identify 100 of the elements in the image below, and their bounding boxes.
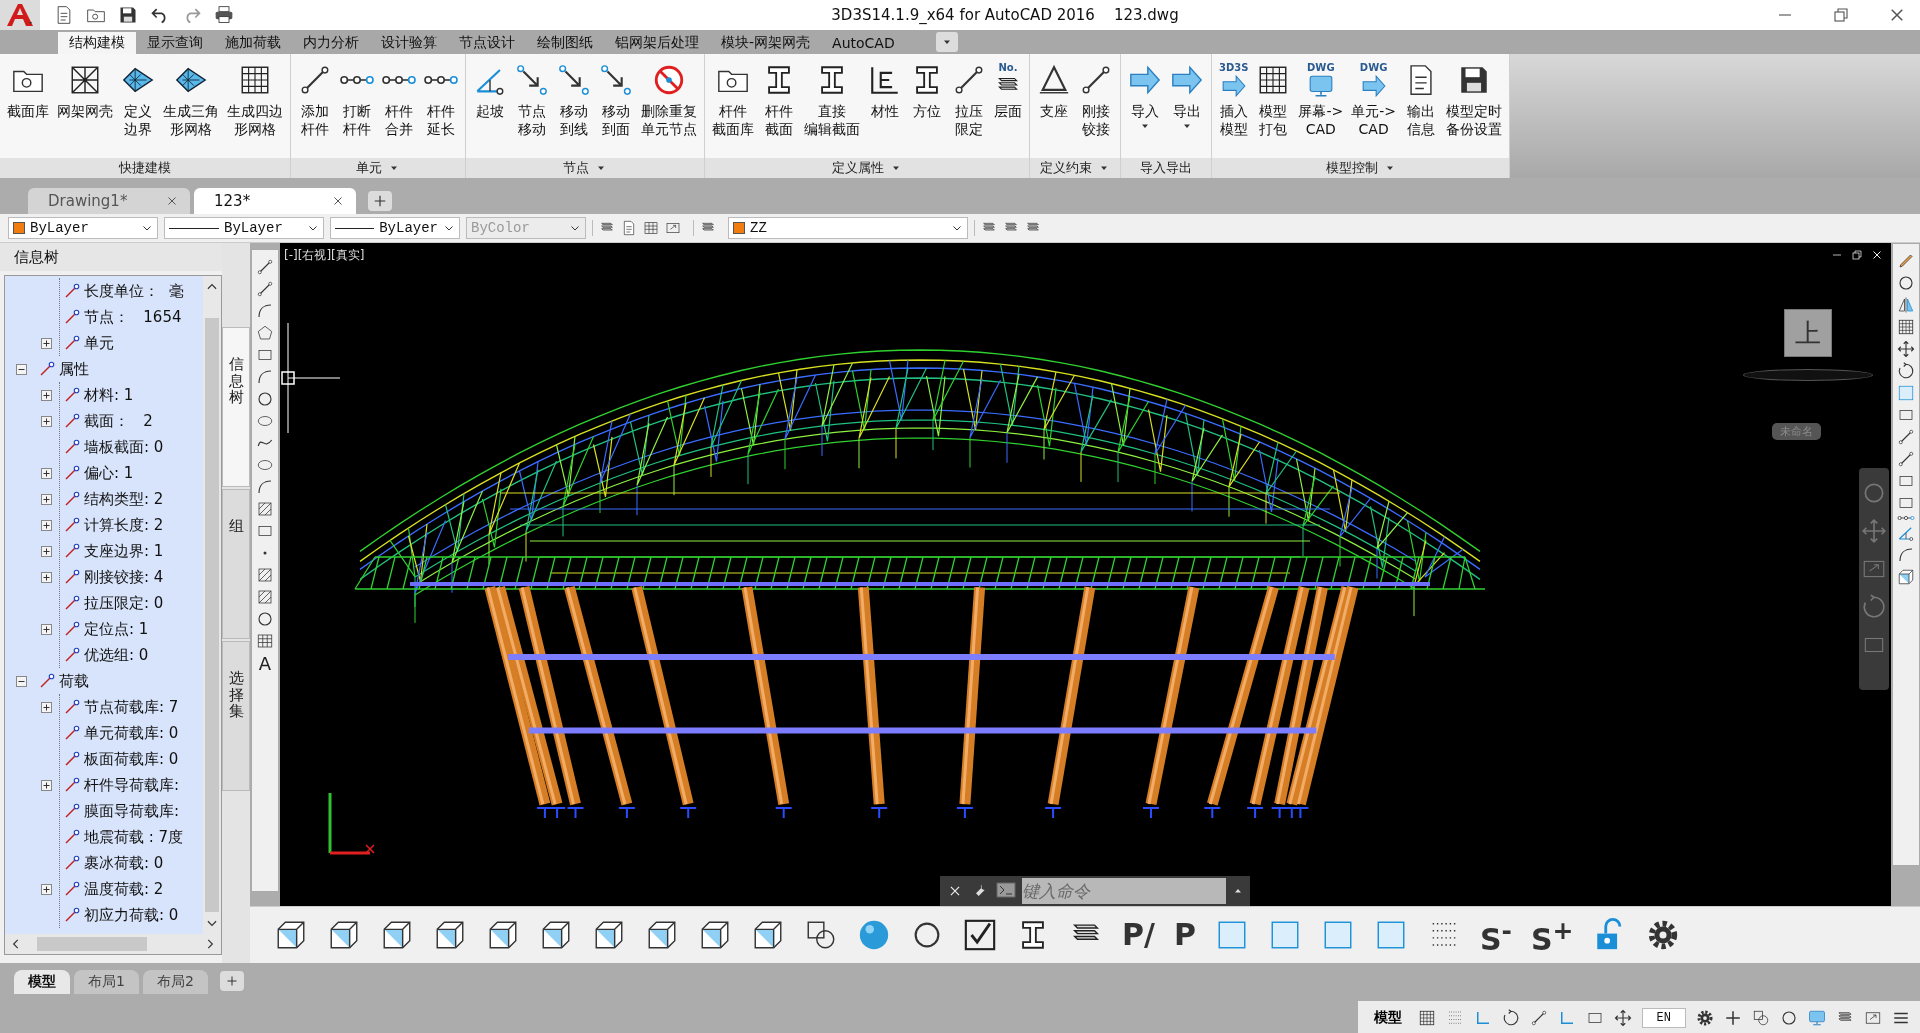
arc-icon[interactable] [1897, 546, 1915, 564]
ribbon-button[interactable]: 杆件 合并 [378, 60, 420, 138]
fullscreen-icon[interactable] [665, 220, 681, 236]
ribbon-button[interactable]: 导入 [1124, 60, 1166, 132]
panel-menu-button[interactable]: 节点 [466, 158, 704, 178]
tab-label[interactable]: 123* [214, 192, 251, 210]
hatch-icon[interactable] [256, 588, 274, 606]
model-space-button[interactable]: 模型 [1367, 1007, 1408, 1028]
dropdown[interactable]: ByLayer [8, 217, 158, 239]
tree-item[interactable]: 材料: 1 [84, 385, 138, 405]
file-tab[interactable]: Drawing1* [28, 188, 190, 214]
side-tab[interactable]: 选择集 [222, 641, 250, 791]
expand-toggle[interactable] [40, 883, 52, 895]
expand-toggle[interactable] [40, 779, 52, 791]
sphere-icon[interactable] [857, 918, 891, 952]
table-icon[interactable] [643, 220, 659, 236]
expand-toggle[interactable] [15, 363, 27, 375]
ribbon-button[interactable]: 截面库 [3, 60, 53, 120]
monitor-icon[interactable] [1808, 1008, 1826, 1027]
expand-toggle[interactable] [40, 571, 52, 583]
tree-item[interactable]: 节点： 1654 [84, 307, 186, 327]
move-icon[interactable] [1897, 340, 1915, 358]
line-icon[interactable] [256, 258, 274, 276]
close-icon[interactable] [1888, 6, 1906, 24]
square-circle-icon[interactable] [1752, 1008, 1770, 1027]
tree-item[interactable]: 墙板截面: 0 [84, 437, 168, 457]
prompt-icon[interactable] [996, 881, 1016, 898]
ribbon-button[interactable]: 起坡 [469, 60, 511, 120]
line-icon[interactable] [1529, 1008, 1548, 1027]
document-icon[interactable] [621, 220, 637, 236]
tree-item[interactable]: 节点荷载库: 7 [84, 697, 183, 717]
node-line-icon[interactable] [1897, 516, 1915, 520]
ribbon-tab[interactable]: 铝网架后处理 [604, 32, 710, 54]
scrollbar-thumb[interactable] [37, 937, 147, 951]
ribbon-button[interactable]: 方位 [906, 60, 948, 120]
expand-toggle[interactable] [40, 519, 52, 531]
tree-item[interactable]: 截面： 2 [84, 411, 157, 431]
dropdown[interactable]: ZZ [728, 217, 968, 239]
ribbon-tab[interactable]: 设计验算 [370, 32, 448, 54]
tree-item[interactable]: 计算长度: 2 [84, 515, 168, 535]
close-icon[interactable] [1871, 249, 1883, 261]
printer-icon[interactable] [214, 5, 234, 25]
check-icon[interactable] [963, 918, 997, 952]
pentagon-icon[interactable] [256, 324, 274, 342]
ribbon-button[interactable]: 杆件 截面库 [708, 60, 758, 138]
line-icon[interactable] [256, 280, 274, 298]
tree-item[interactable]: 单元荷载库: 0 [84, 723, 183, 743]
tree-item[interactable]: 刚接铰接: 4 [84, 567, 168, 587]
ribbon-button[interactable]: 3D3S 插入 模型 [1215, 60, 1253, 138]
ribbon-button[interactable]: 输出 信息 [1400, 60, 1442, 138]
grid-icon[interactable] [1417, 1008, 1436, 1027]
ribbon-button[interactable]: 移动 到面 [595, 60, 637, 138]
tree-item[interactable]: 单元 [84, 333, 118, 353]
layout-tab[interactable]: 布局2 [142, 970, 208, 994]
mirror-icon[interactable] [1897, 296, 1915, 314]
ribbon-button[interactable]: 拉压 限定 [948, 60, 990, 138]
expand-toggle[interactable] [40, 467, 52, 479]
side-tab[interactable]: 组 [222, 489, 250, 639]
expand-toggle[interactable] [40, 415, 52, 427]
ribbon-button[interactable]: 杆件 截面 [758, 60, 800, 138]
view-cube[interactable]: 上 [1784, 309, 1832, 357]
view-label[interactable]: [-][右视][真实] [284, 247, 365, 264]
ribbon-tab[interactable]: 节点设计 [448, 32, 526, 54]
tree-item[interactable]: 定位点: 1 [84, 619, 153, 639]
ribbon-button[interactable]: 导出 [1166, 60, 1208, 132]
ribbon-tab[interactable]: 施加荷载 [214, 32, 292, 54]
tab-label[interactable]: Drawing1* [48, 192, 128, 210]
ribbon-button[interactable]: 材性 [864, 60, 906, 120]
ribbon-button[interactable]: 杆件 延长 [420, 60, 462, 138]
plus-icon[interactable] [1724, 1008, 1742, 1027]
tree-item[interactable]: 地震荷载 : 7度 [84, 827, 188, 847]
panel-menu-button[interactable]: 单元 [291, 158, 465, 178]
language-indicator[interactable]: EN [1641, 1007, 1686, 1028]
tool-button[interactable]: A [258, 654, 272, 674]
ribbon-button[interactable]: 生成三角 形网格 [159, 60, 223, 138]
tree-item[interactable]: 荷载 [59, 671, 93, 691]
side-tab[interactable]: 信息树 [222, 327, 250, 487]
tool-button[interactable]: P [1173, 917, 1196, 953]
ribbon-button[interactable]: 移动 到线 [553, 60, 595, 138]
arc-icon[interactable] [256, 302, 274, 320]
ribbon-button[interactable]: 直接 编辑截面 [800, 60, 864, 138]
ribbon-button[interactable]: 模型 打包 [1252, 60, 1295, 138]
expand-toggle[interactable] [40, 545, 52, 557]
line-icon[interactable] [1897, 428, 1915, 446]
ribbon-button[interactable]: 删除重复 单元节点 [637, 60, 701, 138]
tree-item[interactable]: 偏心: 1 [84, 463, 138, 483]
file-tab[interactable]: 123* [194, 188, 356, 214]
expand-toggle[interactable] [40, 493, 52, 505]
ribbon-button[interactable]: 节点 移动 [511, 60, 553, 138]
vertical-scrollbar[interactable] [203, 276, 221, 934]
tree-item[interactable]: 膜面导荷载库: [84, 801, 184, 821]
ribbon-tab[interactable]: 显示查询 [136, 32, 214, 54]
tree-item[interactable]: 裹冰荷载: 0 [84, 853, 168, 873]
panel-menu-button[interactable]: 定义约束 [1030, 158, 1120, 178]
restore-icon[interactable] [1851, 249, 1863, 261]
ribbon-button[interactable]: No. 层面 [990, 60, 1026, 120]
ribbon-button[interactable]: 模型定时 备份设置 [1442, 60, 1506, 138]
expand-toggle[interactable] [40, 623, 52, 635]
ribbon-button[interactable]: 生成四边 形网格 [223, 60, 287, 138]
circle-icon[interactable] [256, 610, 274, 628]
